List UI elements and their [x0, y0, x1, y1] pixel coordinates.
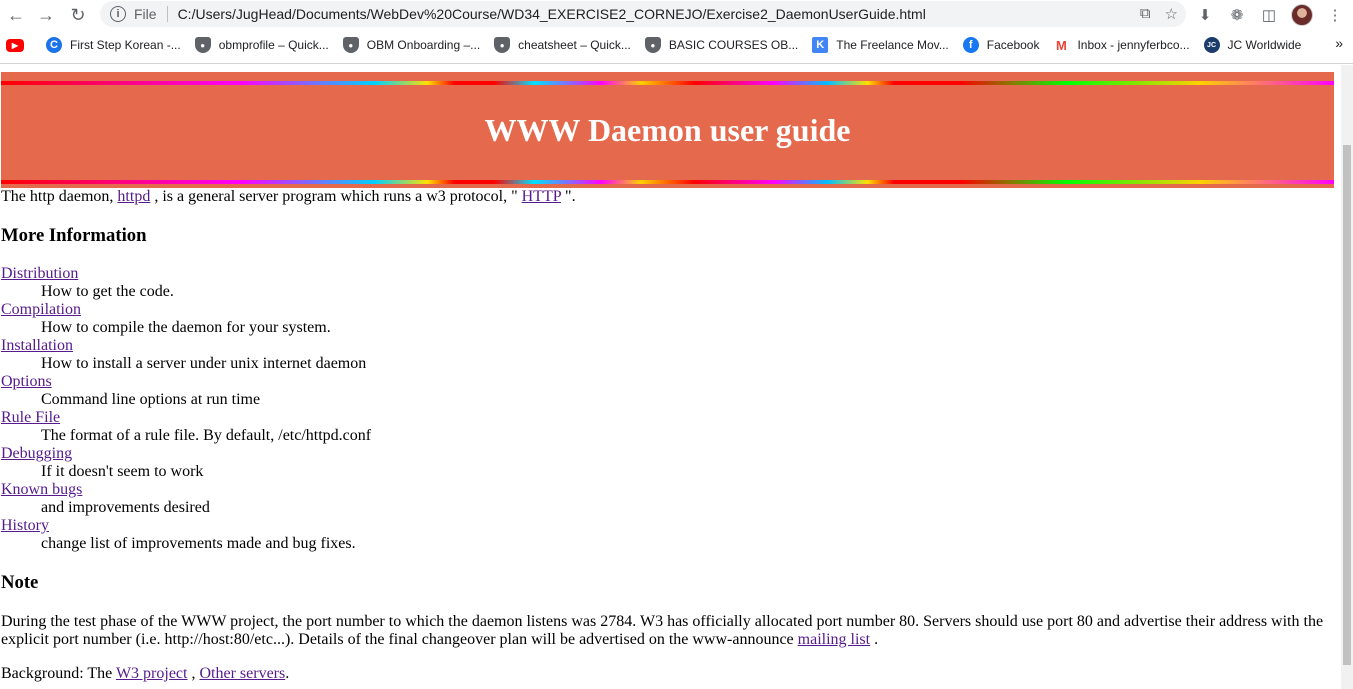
known-bugs-link[interactable]: Known bugs — [1, 481, 82, 498]
shield-icon: ● — [494, 37, 511, 53]
bookmark-label: JC Worldwide — [1227, 38, 1302, 52]
note-heading: Note — [1, 572, 39, 593]
w3-project-link[interactable]: W3 project — [116, 665, 188, 682]
rainbow-stripe-top — [1, 81, 1334, 85]
page-content: WWW Daemon user guide The http daemon, h… — [0, 65, 1341, 689]
omnibox-divider — [166, 6, 168, 22]
more-bookmarks-chevron-icon[interactable]: » — [1335, 35, 1343, 51]
bookmark-obmprofile[interactable]: ● obmprofile – Quick... — [189, 34, 337, 56]
bookmark-label: Facebook — [986, 38, 1040, 52]
shield-icon: ● — [194, 37, 211, 53]
intro-paragraph: The http daemon, httpd , is a general se… — [1, 188, 576, 205]
bookmark-first-step-korean[interactable]: C First Step Korean -... — [40, 34, 189, 56]
url-text[interactable]: C:/Users/JugHead/Documents/WebDev%20Cour… — [178, 6, 926, 22]
extensions-puzzle-icon[interactable]: ❁ — [1227, 5, 1247, 25]
definition-text: If it doesn't seem to work — [41, 463, 204, 480]
bookmark-cheatsheet[interactable]: ● cheatsheet – Quick... — [488, 34, 639, 56]
forward-arrow-icon[interactable]: → — [34, 3, 58, 27]
bookmark-basic-courses[interactable]: ● BASIC COURSES OB... — [639, 34, 806, 56]
facebook-icon: f — [962, 37, 979, 53]
bookmark-freelance-mov[interactable]: K The Freelance Mov... — [806, 34, 957, 56]
more-information-heading: More Information — [1, 225, 147, 246]
bookmark-gmail-inbox[interactable]: M Inbox - jennyferbco... — [1047, 34, 1197, 56]
definition-text: and improvements desired — [41, 499, 210, 516]
download-icon[interactable]: ⬇ — [1195, 5, 1215, 25]
other-servers-link[interactable]: Other servers — [199, 665, 285, 682]
options-link[interactable]: Options — [1, 373, 52, 390]
share-icon[interactable]: ⧉ — [1140, 5, 1151, 23]
rainbow-stripe-bottom — [1, 180, 1334, 184]
note-paragraph: During the test phase of the WWW project… — [1, 613, 1324, 648]
browser-chrome: ← → ↻ i File C:/Users/JugHead/Documents/… — [0, 0, 1353, 64]
bookmark-label: The Freelance Mov... — [836, 38, 949, 52]
scrollbar-thumb[interactable] — [1343, 145, 1351, 665]
bookmark-label: cheatsheet – Quick... — [518, 38, 631, 52]
definition-text: Command line options at run time — [41, 391, 261, 408]
title-banner: WWW Daemon user guide — [1, 72, 1334, 188]
distribution-link[interactable]: Distribution — [1, 265, 78, 282]
info-definition-list: Distribution How to get the code. Compil… — [1, 265, 371, 553]
bookmark-label: OBM Onboarding –... — [366, 38, 481, 52]
page-title: WWW Daemon user guide — [484, 112, 851, 148]
info-icon[interactable]: i — [110, 6, 126, 22]
vertical-scrollbar[interactable] — [1341, 65, 1353, 689]
bookmark-facebook[interactable]: f Facebook — [957, 34, 1048, 56]
side-panel-icon[interactable]: ◫ — [1259, 5, 1279, 25]
history-link[interactable]: History — [1, 517, 49, 534]
bookmark-youtube[interactable]: ▶ — [0, 34, 40, 56]
youtube-icon: ▶ — [6, 38, 24, 52]
background-paragraph: Background: The W3 project , Other serve… — [1, 665, 290, 682]
bookmark-star-icon[interactable]: ☆ — [1165, 5, 1178, 23]
bookmark-label: obmprofile – Quick... — [218, 38, 329, 52]
bookmark-label: First Step Korean -... — [70, 38, 181, 52]
file-scheme-label: File — [134, 6, 157, 22]
definition-text: The format of a rule file. By default, /… — [41, 427, 372, 444]
profile-avatar[interactable] — [1291, 4, 1313, 26]
mailing-list-link[interactable]: mailing list — [798, 631, 870, 648]
address-bar[interactable]: i File C:/Users/JugHead/Documents/WebDev… — [100, 1, 1186, 27]
installation-link[interactable]: Installation — [1, 337, 73, 354]
definition-text: How to compile the daemon for your syste… — [41, 319, 331, 336]
httpd-link[interactable]: httpd — [117, 188, 150, 205]
shield-icon: ● — [342, 37, 359, 53]
definition-text: How to install a server under unix inter… — [41, 355, 367, 372]
http-link[interactable]: HTTP — [522, 188, 561, 205]
bookmark-label: BASIC COURSES OB... — [668, 38, 799, 52]
coursera-icon: C — [46, 37, 62, 53]
bookmark-label: Inbox - jennyferbco... — [1077, 38, 1190, 52]
kajabi-icon: K — [812, 37, 829, 53]
reload-icon[interactable]: ↻ — [66, 3, 90, 27]
compilation-link[interactable]: Compilation — [1, 301, 81, 318]
bookmark-obm-onboarding[interactable]: ● OBM Onboarding –... — [337, 34, 488, 56]
debugging-link[interactable]: Debugging — [1, 445, 72, 462]
bookmarks-bar: ▶ C First Step Korean -... ● obmprofile – … — [0, 33, 1353, 57]
shield-icon: ● — [644, 37, 661, 53]
back-arrow-icon[interactable]: ← — [4, 3, 28, 27]
rule-file-link[interactable]: Rule File — [1, 409, 60, 426]
browser-toolbar: ← → ↻ i File C:/Users/JugHead/Documents/… — [0, 0, 1353, 30]
bookmark-jc-worldwide[interactable]: JC JC Worldwide — [1198, 34, 1310, 56]
definition-text: How to get the code. — [41, 283, 174, 300]
menu-kebab-icon[interactable]: ⋮ — [1325, 5, 1345, 25]
jc-icon: JC — [1203, 37, 1220, 53]
definition-text: change list of improvements made and bug… — [41, 535, 356, 552]
gmail-icon: M — [1056, 37, 1067, 53]
